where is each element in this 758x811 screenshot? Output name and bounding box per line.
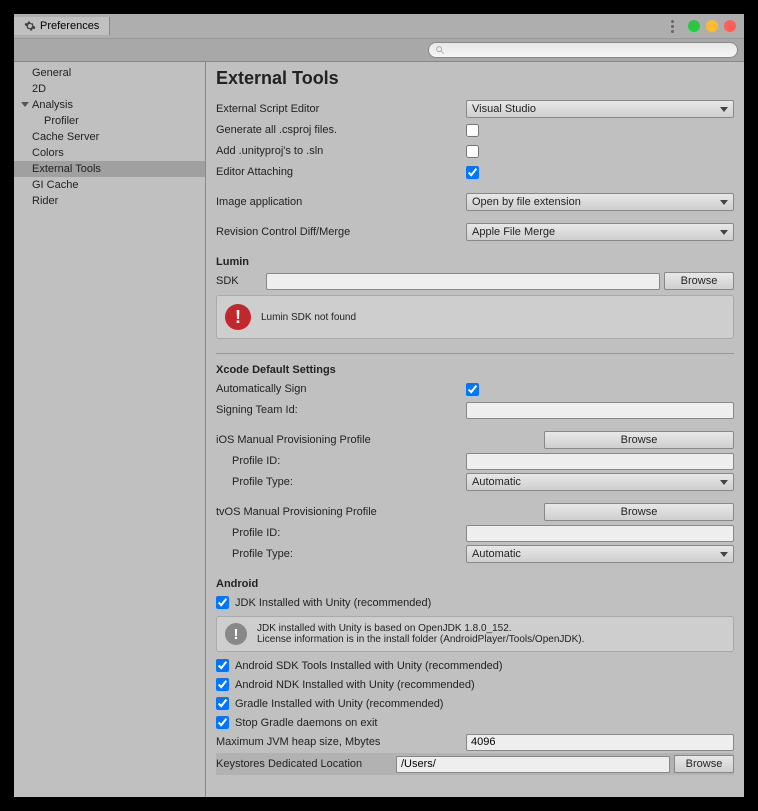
sidebar-item-analysis[interactable]: Analysis [14,97,205,113]
stop-gradle-label: Stop Gradle daemons on exit [235,717,377,729]
preferences-tab[interactable]: Preferences [14,17,110,35]
jvm-heap-input[interactable] [466,734,734,751]
keystore-label: Keystores Dedicated Location [216,758,396,770]
divider [216,353,734,354]
ios-prov-label: iOS Manual Provisioning Profile [216,434,466,446]
editor-attaching-checkbox[interactable] [466,166,479,179]
lumin-head: Lumin [216,256,734,268]
info-icon: ! [225,623,247,645]
sdk-tools-checkbox[interactable] [216,659,229,672]
page-title: External Tools [216,68,734,89]
tab-label: Preferences [40,20,99,32]
auto-sign-label: Automatically Sign [216,383,466,395]
tvos-prov-label: tvOS Manual Provisioning Profile [216,506,466,518]
titlebar: Preferences [14,14,744,38]
sidebar-item-2d[interactable]: 2D [14,81,205,97]
ios-profile-id-label: Profile ID: [216,455,466,467]
rev-control-dropdown[interactable]: Apple File Merge [466,223,734,241]
search-input[interactable] [428,42,738,58]
tvos-profile-id-input[interactable] [466,525,734,542]
ios-profile-type-dropdown[interactable]: Automatic [466,473,734,491]
gear-icon [24,20,36,32]
sidebar-item-colors[interactable]: Colors [14,145,205,161]
add-unityproj-checkbox[interactable] [466,145,479,158]
gradle-checkbox[interactable] [216,697,229,710]
sidebar-item-rider[interactable]: Rider [14,193,205,209]
gradle-label: Gradle Installed with Unity (recommended… [235,698,443,710]
script-editor-label: External Script Editor [216,103,466,115]
jvm-heap-label: Maximum JVM heap size, Mbytes [216,736,466,748]
ndk-checkbox[interactable] [216,678,229,691]
window-controls [671,20,736,33]
rev-control-label: Revision Control Diff/Merge [216,226,466,238]
ios-browse-button[interactable]: Browse [544,431,734,449]
lumin-warn-text: Lumin SDK not found [261,312,356,323]
gen-csproj-label: Generate all .csproj files. [216,124,466,136]
tvos-profile-id-label: Profile ID: [216,527,466,539]
image-app-label: Image application [216,196,466,208]
keystore-input[interactable] [396,756,670,773]
lumin-sdk-input[interactable] [266,273,660,290]
minimize-button[interactable] [688,20,700,32]
sidebar-item-profiler[interactable]: Profiler [14,113,205,129]
lumin-browse-button[interactable]: Browse [664,272,734,290]
jdk-info-1: JDK installed with Unity is based on Ope… [257,623,584,634]
editor-attaching-label: Editor Attaching [216,166,466,178]
team-id-label: Signing Team Id: [216,404,466,416]
lumin-warn-box: ! Lumin SDK not found [216,295,734,339]
maximize-button[interactable] [706,20,718,32]
search-icon [435,45,445,55]
team-id-input[interactable] [466,402,734,419]
menu-icon[interactable] [671,20,674,33]
auto-sign-checkbox[interactable] [466,383,479,396]
jdk-info-box: ! JDK installed with Unity is based on O… [216,616,734,652]
script-editor-dropdown[interactable]: Visual Studio [466,100,734,118]
tvos-browse-button[interactable]: Browse [544,503,734,521]
android-head: Android [216,578,734,590]
tvos-profile-type-dropdown[interactable]: Automatic [466,545,734,563]
sidebar-item-external-tools[interactable]: External Tools [14,161,205,177]
ios-profile-id-input[interactable] [466,453,734,470]
ios-profile-type-label: Profile Type: [216,476,466,488]
sidebar-item-cache-server[interactable]: Cache Server [14,129,205,145]
body: General 2D Analysis Profiler Cache Serve… [14,62,744,797]
jdk-checkbox[interactable] [216,596,229,609]
stop-gradle-checkbox[interactable] [216,716,229,729]
gen-csproj-checkbox[interactable] [466,124,479,137]
ndk-label: Android NDK Installed with Unity (recomm… [235,679,475,691]
image-app-dropdown[interactable]: Open by file extension [466,193,734,211]
jdk-label: JDK Installed with Unity (recommended) [235,597,431,609]
xcode-head: Xcode Default Settings [216,364,734,376]
close-button[interactable] [724,20,736,32]
keystore-browse-button[interactable]: Browse [674,755,734,773]
add-unityproj-label: Add .unityproj's to .sln [216,145,466,157]
preferences-window: Preferences General 2D Analysis Profiler… [14,14,744,797]
tvos-profile-type-label: Profile Type: [216,548,466,560]
sdk-tools-label: Android SDK Tools Installed with Unity (… [235,660,503,672]
sidebar-item-general[interactable]: General [14,65,205,81]
sidebar: General 2D Analysis Profiler Cache Serve… [14,62,206,797]
sidebar-item-gi-cache[interactable]: GI Cache [14,177,205,193]
error-icon: ! [225,304,251,330]
sdk-label: SDK [216,275,266,287]
content: External Tools External Script EditorVis… [206,62,744,797]
toolbar [14,38,744,62]
jdk-info-2: License information is in the install fo… [257,634,584,645]
